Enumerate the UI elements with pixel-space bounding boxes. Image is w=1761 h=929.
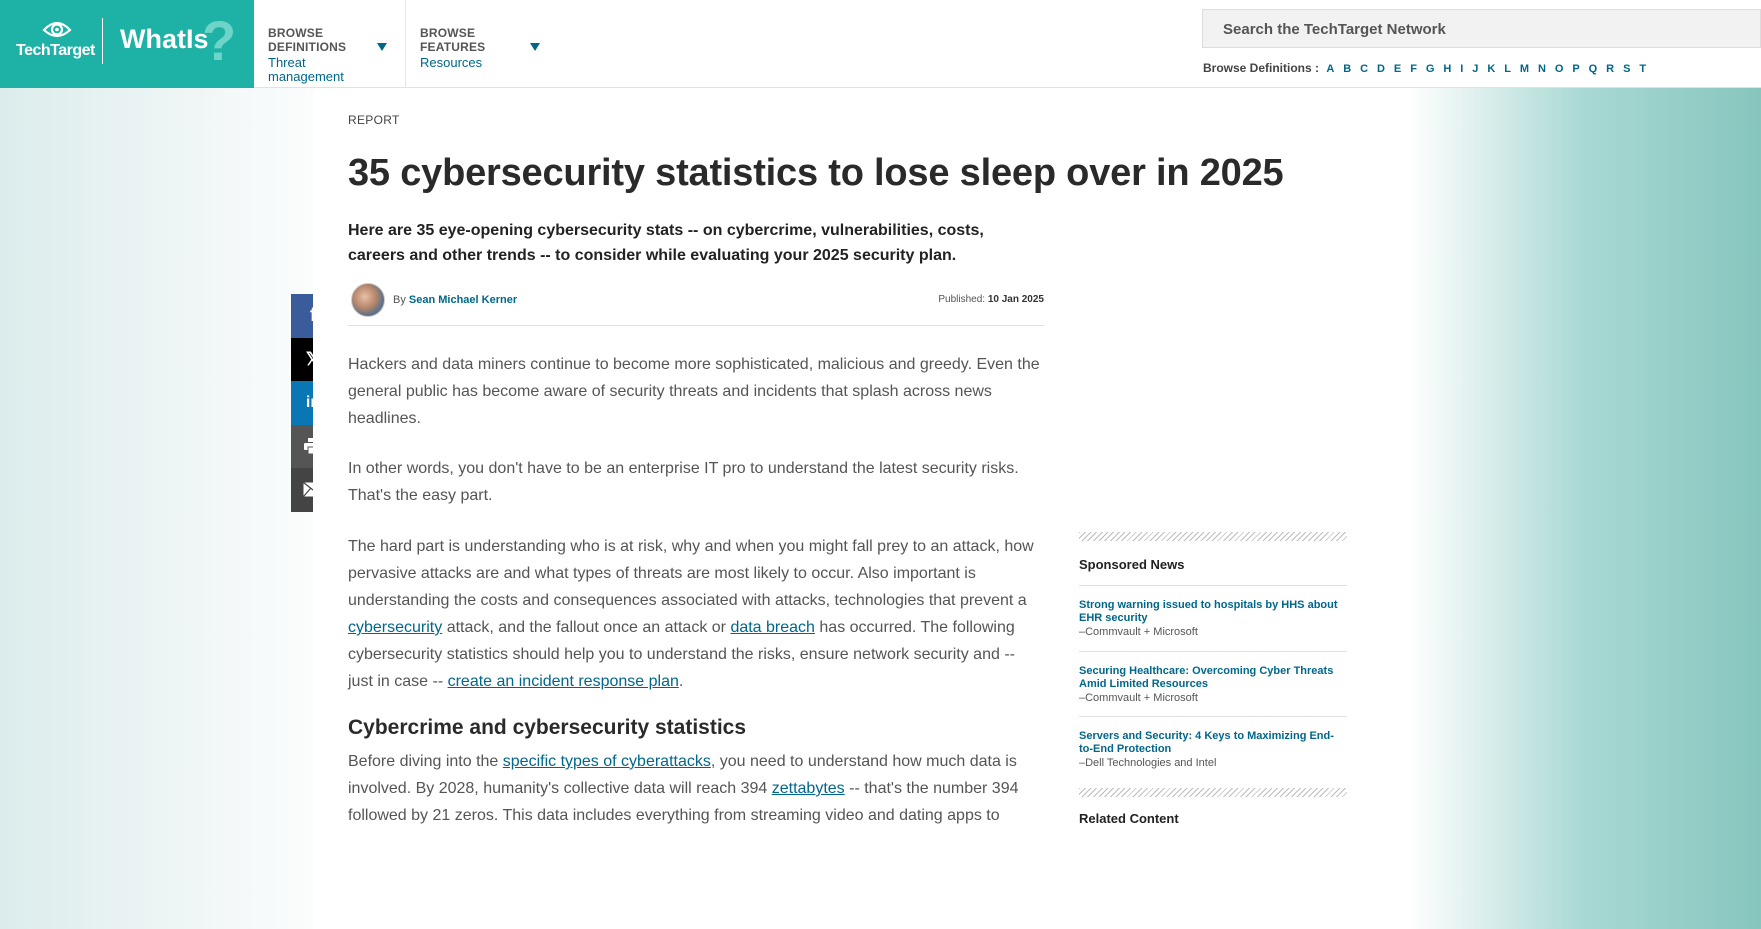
text-run: The hard part is understanding who is at… [348,538,1034,609]
cyberattack-types-link[interactable]: specific types of cyberattacks [503,753,711,770]
nav-heading: BROWSE DEFINITIONS [268,26,347,54]
letter-link[interactable]: O [1555,63,1564,75]
author-avatar[interactable] [351,283,385,317]
whatis-wordmark[interactable]: WhatIs [120,24,209,55]
published-label: Published: [938,294,986,305]
letter-link[interactable]: G [1426,63,1435,75]
section-divider [1079,532,1347,541]
published-info: Published: 10 Jan 2025 [938,294,1044,305]
article-subtitle: Here are 35 eye-opening cybersecurity st… [348,222,984,264]
letter-link[interactable]: L [1504,63,1511,75]
site-header: TechTarget ? WhatIs BROWSE DEFINITIONS T… [0,0,1761,88]
nav-value[interactable]: Resources [420,56,520,70]
letter-link[interactable]: C [1360,63,1368,75]
data-breach-link[interactable]: data breach [730,619,815,636]
paragraph: The hard part is understanding who is at… [348,533,1044,695]
chevron-down-icon[interactable] [377,43,387,51]
nav-value[interactable]: Threat management [268,56,368,84]
letter-link[interactable]: Q [1589,63,1598,75]
techtarget-wordmark: TechTarget [16,42,95,59]
letter-link[interactable]: K [1487,63,1495,75]
cybersecurity-link[interactable]: cybersecurity [348,619,442,636]
search-input[interactable]: Search the TechTarget Network [1202,9,1761,48]
eye-icon [42,21,72,38]
section-divider [1079,788,1347,797]
incident-response-plan-link[interactable]: create an incident response plan [448,673,679,690]
sponsor-source: –Commvault + Microsoft [1079,626,1198,638]
browse-label: Browse Definitions : [1203,61,1320,75]
letter-link[interactable]: T [1639,63,1646,75]
letter-link[interactable]: N [1538,63,1546,75]
sponsored-item: Strong warning issued to hospitals by HH… [1079,585,1347,638]
section-heading: Cybercrime and cybersecurity statistics [348,716,747,739]
text-run: attack, and the fallout once an attack o… [442,619,731,636]
by-label: By [393,294,406,306]
letter-link[interactable]: E [1394,63,1401,75]
paragraph: Hackers and data miners continue to beco… [348,356,1040,427]
byline-text: By Sean Michael Kerner [393,294,517,306]
byline: By Sean Michael Kerner Published: 10 Jan… [348,282,1044,326]
sponsored-item: Servers and Security: 4 Keys to Maximizi… [1079,716,1347,769]
letter-link[interactable]: I [1460,63,1463,75]
logo-divider [102,18,103,64]
zettabytes-link[interactable]: zettabytes [772,780,845,797]
sponsored-item: Securing Healthcare: Overcoming Cyber Th… [1079,651,1347,704]
nav-browse-definitions[interactable]: BROWSE DEFINITIONS Threat management [254,0,406,88]
letter-link[interactable]: R [1606,63,1614,75]
sponsored-link[interactable]: Strong warning issued to hospitals by HH… [1079,599,1347,625]
published-date: 10 Jan 2025 [987,294,1044,305]
sponsor-source: –Dell Technologies and Intel [1079,757,1217,769]
letter-link[interactable]: A [1326,63,1334,75]
chevron-down-icon[interactable] [530,43,540,51]
browse-definitions-az: Browse Definitions : A B C D E F G H I J… [1203,61,1652,75]
letter-link[interactable]: H [1443,63,1451,75]
article-type-tag: REPORT [348,113,400,127]
paragraph: Before diving into the specific types of… [348,748,1044,829]
letter-link[interactable]: F [1410,63,1417,75]
sponsored-link[interactable]: Securing Healthcare: Overcoming Cyber Th… [1079,665,1347,691]
nav-browse-features[interactable]: BROWSE FEATURES Resources [406,0,556,88]
letter-link[interactable]: J [1472,63,1478,75]
text-run: . [678,673,684,690]
sponsored-link[interactable]: Servers and Security: 4 Keys to Maximizi… [1079,730,1347,756]
page-title: 35 cybersecurity statistics to lose slee… [348,152,1284,194]
letter-links: A B C D E F G H I J K L M N O P Q R S T [1326,61,1651,75]
letter-link[interactable]: P [1572,63,1579,75]
letter-link[interactable]: D [1377,63,1385,75]
letter-link[interactable]: B [1343,63,1351,75]
sponsor-source: –Commvault + Microsoft [1079,692,1198,704]
letter-link[interactable]: M [1520,63,1529,75]
author-link[interactable]: Sean Michael Kerner [409,294,517,306]
sponsored-news-heading: Sponsored News [1079,557,1185,572]
techtarget-logo[interactable]: TechTarget [16,18,95,66]
paragraph: In other words, you don't have to be an … [348,460,1019,504]
article-container: REPORT 35 cybersecurity statistics to lo… [313,88,1382,929]
related-content-heading: Related Content [1079,811,1179,826]
nav-heading: BROWSE FEATURES [420,26,486,54]
logo-block[interactable]: TechTarget ? WhatIs [0,0,254,88]
text-run: Before diving into the [348,753,503,770]
letter-link[interactable]: S [1623,63,1630,75]
